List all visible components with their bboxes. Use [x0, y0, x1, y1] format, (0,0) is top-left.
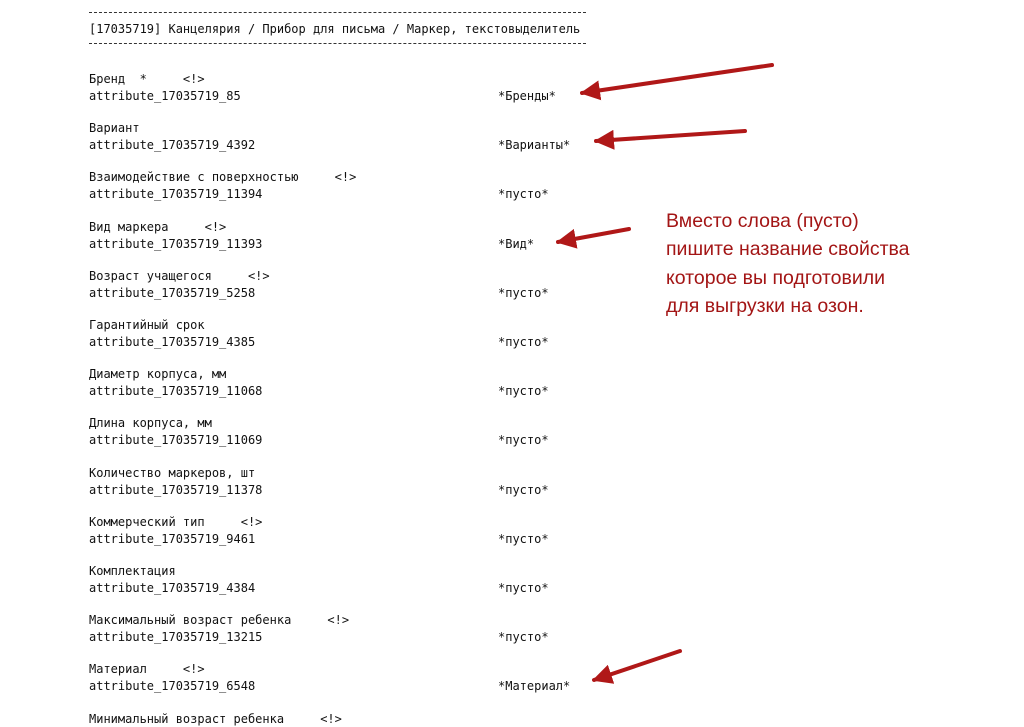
attribute-name: Количество маркеров, шт: [89, 465, 256, 480]
attribute-id: attribute_17035719_13215: [89, 630, 263, 645]
attribute-value: *пусто*: [498, 384, 549, 399]
attribute-id: attribute_17035719_11394: [89, 187, 263, 202]
attribute-value: *пусто*: [498, 433, 549, 448]
attribute-id: attribute_17035719_4392: [89, 138, 256, 153]
attribute-id: attribute_17035719_11378: [89, 482, 263, 497]
category-header: [17035719] Канцелярия / Прибор для письм…: [89, 22, 581, 36]
attribute-name: Максимальный возраст ребенка <!>: [89, 613, 350, 628]
annotation-note: Вместо слова (пусто) пишите название сво…: [666, 210, 910, 317]
attribute-id: attribute_17035719_11068: [89, 384, 263, 399]
arrow-to-brand: [580, 63, 774, 101]
attribute-value: *Материал*: [498, 679, 571, 694]
attribute-id: attribute_17035719_4384: [89, 581, 256, 595]
attribute-id: attribute_17035719_4385: [89, 335, 256, 349]
attribute-name: Материал <!>: [89, 662, 205, 677]
attribute-name: Вид маркера <!>: [89, 219, 227, 234]
attribute-name: Длина корпуса, мм: [89, 416, 212, 431]
attribute-id: attribute_17035719_6548: [89, 679, 256, 694]
attribute-id: attribute_17035719_85: [89, 89, 241, 103]
attribute-id: attribute_17035719_11393: [89, 236, 263, 251]
attribute-value: *пусто*: [498, 187, 549, 202]
attribute-name: Гарантийный срок: [89, 318, 205, 332]
attribute-value: *пусто*: [498, 482, 549, 497]
attribute-id: attribute_17035719_11069: [89, 433, 263, 448]
attribute-value: *пусто*: [498, 531, 549, 546]
attribute-name: Коммерческий тип <!>: [89, 514, 263, 529]
attribute-value: *пусто*: [498, 630, 549, 645]
top-separator: [89, 12, 586, 13]
attribute-value: *Варианты*: [498, 138, 571, 153]
attribute-name: Бренд * <!>: [89, 72, 205, 86]
attribute-name: Возраст учащегося <!>: [89, 268, 270, 283]
attribute-value: *Вид*: [498, 236, 535, 251]
attribute-value: *пусто*: [498, 581, 549, 595]
attribute-name: Взаимодействие с поверхностью <!>: [89, 170, 357, 185]
attribute-name: Диаметр корпуса, мм: [89, 367, 227, 382]
attribute-value: *пусто*: [498, 285, 549, 300]
arrow-to-type: [556, 227, 631, 249]
attribute-name: Вариант: [89, 121, 140, 136]
bottom-separator: [89, 43, 586, 44]
attribute-id: attribute_17035719_9461: [89, 531, 256, 546]
attribute-value: *Бренды*: [498, 89, 556, 103]
attribute-value: *пусто*: [498, 335, 549, 349]
arrow-to-variant: [594, 129, 747, 150]
arrow-to-material: [592, 649, 682, 684]
attribute-name: Комплектация: [89, 564, 176, 578]
attribute-name: Минимальный возраст ребенка <!>: [89, 711, 342, 726]
attribute-id: attribute_17035719_5258: [89, 285, 256, 300]
